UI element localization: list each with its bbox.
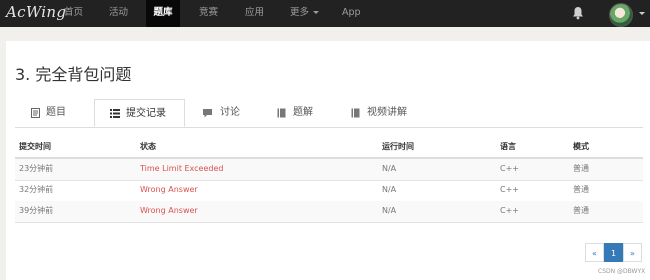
runtime: N/A — [382, 206, 397, 215]
file-icon — [31, 108, 40, 118]
header-language: 语言 — [500, 142, 516, 151]
tab-label: 题目 — [46, 107, 66, 118]
comment-icon — [203, 109, 212, 118]
chevron-down-icon — [313, 11, 320, 14]
bell-icon[interactable] — [572, 6, 584, 20]
watermark: CSDN @DBWYX — [598, 268, 646, 275]
nav-app[interactable]: App — [342, 0, 361, 27]
page-title: 3. 完全背包问题 — [15, 65, 132, 84]
main-panel: 3. 完全背包问题 题目 提交记录 讨论 题解 视频讲解 提交时间 状态 运行时… — [6, 41, 650, 280]
header-status: 状态 — [140, 142, 156, 151]
tab-label: 讨论 — [220, 107, 240, 118]
runtime: N/A — [382, 164, 397, 173]
table-row: 39分钟前 Wrong Answer N/A C++ 普通 — [15, 201, 643, 223]
table-header: 提交时间 状态 运行时间 语言 模式 — [15, 139, 643, 159]
site-logo[interactable]: AcWing — [6, 3, 66, 21]
table-row: 32分钟前 Wrong Answer N/A C++ 普通 — [15, 180, 643, 202]
table-row: 23分钟前 Time Limit Exceeded N/A C++ 普通 — [15, 159, 643, 181]
chevron-down-icon[interactable] — [639, 12, 645, 15]
user-avatar[interactable] — [609, 3, 633, 27]
nav-problems[interactable]: 题库 — [146, 0, 180, 27]
problem-tabs: 题目 提交记录 讨论 题解 视频讲解 — [15, 99, 643, 128]
nav-more[interactable]: 更多 — [290, 0, 320, 27]
status-link[interactable]: Wrong Answer — [140, 201, 198, 221]
header-mode: 模式 — [573, 142, 589, 151]
submit-time: 39分钟前 — [19, 206, 54, 215]
tab-label: 题解 — [293, 107, 313, 118]
language: C++ — [500, 206, 519, 215]
tab-video[interactable]: 视频讲解 — [333, 99, 433, 126]
tab-solutions[interactable]: 题解 — [259, 99, 333, 126]
submit-time: 32分钟前 — [19, 185, 54, 194]
mode: 普通 — [573, 185, 589, 194]
nav-contests[interactable]: 竞赛 — [199, 0, 218, 27]
tab-submissions[interactable]: 提交记录 — [94, 99, 185, 127]
nav-activities[interactable]: 活动 — [109, 0, 128, 27]
nav-apps[interactable]: 应用 — [245, 0, 264, 27]
tab-label: 视频讲解 — [367, 107, 407, 118]
nav-home[interactable]: 首页 — [64, 0, 83, 27]
header-runtime: 运行时间 — [382, 142, 414, 151]
mode: 普通 — [573, 206, 589, 215]
book-icon — [277, 108, 286, 118]
next-page-button[interactable]: » — [623, 243, 642, 262]
book-icon — [351, 108, 360, 118]
status-link[interactable]: Time Limit Exceeded — [140, 159, 223, 179]
page-1-button[interactable]: 1 — [604, 243, 623, 262]
status-link[interactable]: Wrong Answer — [140, 180, 198, 200]
mode: 普通 — [573, 164, 589, 173]
runtime: N/A — [382, 185, 397, 194]
language: C++ — [500, 185, 519, 194]
language: C++ — [500, 164, 519, 173]
nav-more-label: 更多 — [290, 7, 310, 18]
tab-label: 提交记录 — [126, 108, 166, 119]
top-navbar: AcWing 首页 活动 题库 竞赛 应用 更多 App — [0, 0, 650, 27]
tab-discussion[interactable]: 讨论 — [185, 99, 259, 126]
tab-problem[interactable]: 题目 — [15, 99, 94, 126]
header-time: 提交时间 — [19, 142, 51, 151]
list-icon — [110, 109, 120, 118]
prev-page-button[interactable]: « — [585, 243, 604, 262]
submit-time: 23分钟前 — [19, 164, 54, 173]
